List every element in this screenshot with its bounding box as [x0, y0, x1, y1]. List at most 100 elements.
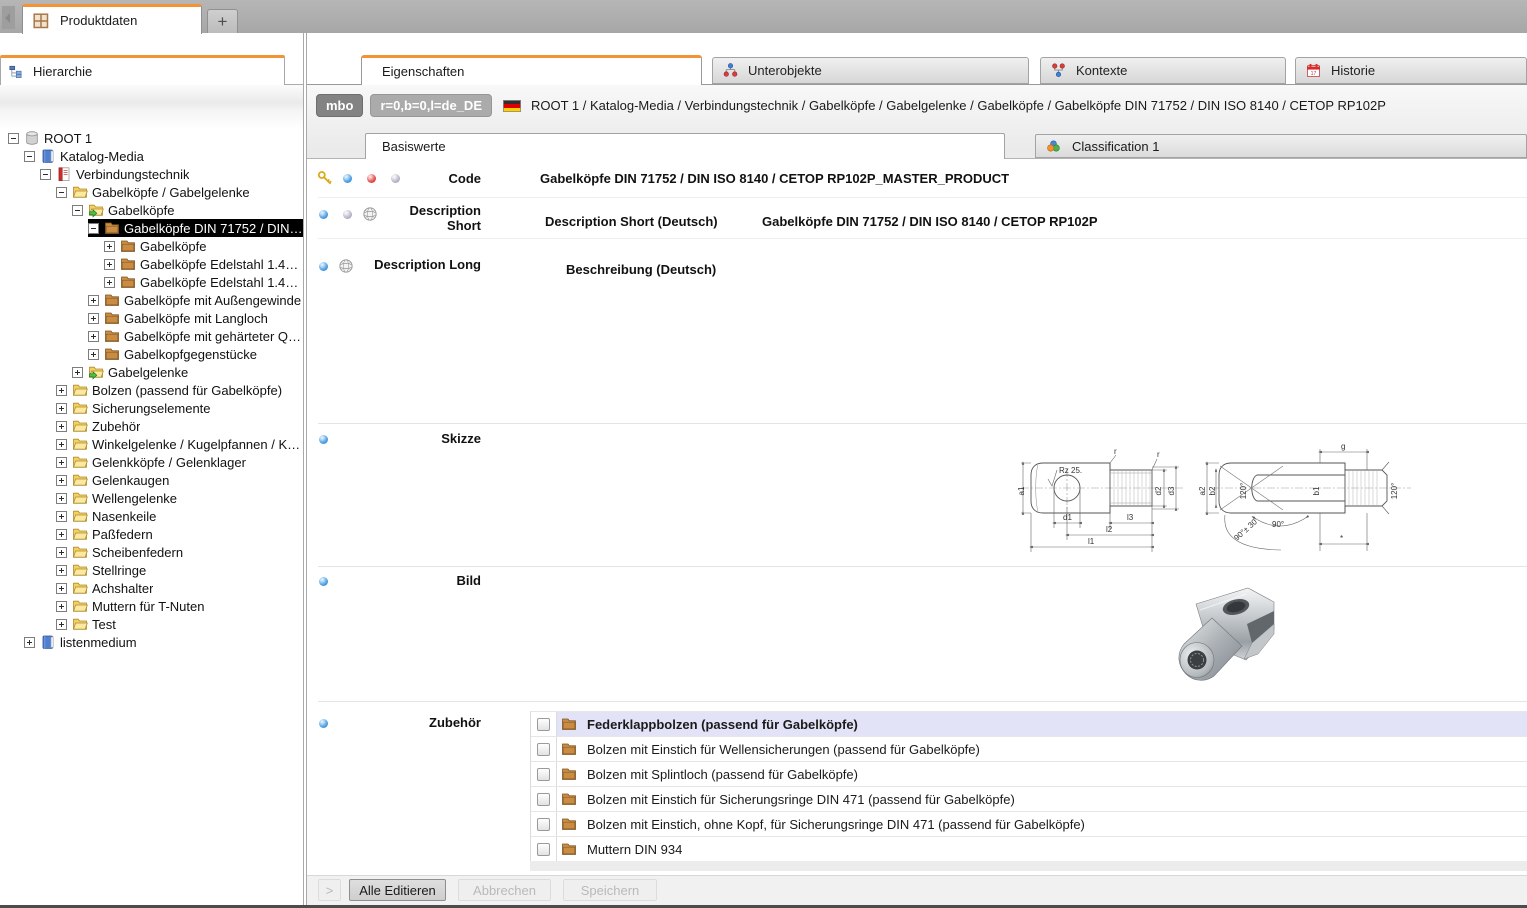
- tab-basiswerte[interactable]: Basiswerte: [365, 133, 1005, 159]
- folder-icon: [72, 508, 88, 524]
- tree-node[interactable]: Sicherungselemente: [0, 399, 303, 417]
- expand-icon[interactable]: [104, 241, 115, 252]
- expand-icon[interactable]: [56, 457, 67, 468]
- tree-node[interactable]: Wellengelenke: [0, 489, 303, 507]
- tree-node[interactable]: Stellringe: [0, 561, 303, 579]
- book-icon: [40, 634, 56, 650]
- folder-icon: [104, 310, 120, 326]
- expand-icon[interactable]: [88, 295, 99, 306]
- collapse-icon[interactable]: [8, 133, 19, 144]
- tab-kontexte[interactable]: Kontexte: [1040, 57, 1286, 84]
- tree-node[interactable]: ROOT 1: [0, 129, 303, 147]
- tree-node[interactable]: Gabelköpfe: [0, 237, 303, 255]
- tree-node[interactable]: Test: [0, 615, 303, 633]
- product-image[interactable]: [1150, 580, 1282, 695]
- tree-node[interactable]: Zubehör: [0, 417, 303, 435]
- tree-node[interactable]: Achshalter: [0, 579, 303, 597]
- checkbox[interactable]: [537, 843, 550, 856]
- save-button[interactable]: Speichern: [563, 879, 657, 901]
- list-item[interactable]: Muttern DIN 934: [531, 837, 1527, 862]
- list-item[interactable]: Bolzen mit Einstich, ohne Kopf, für Sich…: [531, 812, 1527, 837]
- expand-icon[interactable]: [56, 475, 67, 486]
- checkbox[interactable]: [537, 793, 550, 806]
- expand-icon[interactable]: [104, 259, 115, 270]
- tree-node[interactable]: Paßfedern: [0, 525, 303, 543]
- tree-node[interactable]: Verbindungstechnik: [0, 165, 303, 183]
- expand-icon[interactable]: [24, 637, 35, 648]
- tab-hierarchie[interactable]: Hierarchie: [0, 55, 285, 85]
- expand-icon[interactable]: [56, 565, 67, 576]
- code-value: Gabelköpfe DIN 71752 / DIN ISO 8140 / CE…: [540, 171, 1009, 186]
- checkbox[interactable]: [537, 818, 550, 831]
- tab-scroll-left-icon[interactable]: [2, 6, 15, 29]
- subobjects-icon: [723, 63, 738, 78]
- tab-produktdaten[interactable]: Produktdaten: [22, 4, 202, 34]
- tree-node[interactable]: Gabelköpfe mit gehärteter Quer...: [0, 327, 303, 345]
- expand-icon[interactable]: [104, 277, 115, 288]
- context-badge: r=0,b=0,l=de_DE: [370, 94, 492, 117]
- tree-node[interactable]: Katalog-Media: [0, 147, 303, 165]
- tab-classification[interactable]: Classification 1: [1035, 134, 1527, 158]
- expand-icon[interactable]: [56, 529, 67, 540]
- blue-dot-icon: [343, 174, 352, 183]
- tree-node[interactable]: Muttern für T-Nuten: [0, 597, 303, 615]
- tree-node[interactable]: Gabelkopfgegenstücke: [0, 345, 303, 363]
- expand-icon[interactable]: [56, 601, 67, 612]
- tree-node[interactable]: Gabelköpfe: [0, 201, 303, 219]
- cancel-button[interactable]: Abbrechen: [458, 879, 551, 901]
- panel-splitter[interactable]: [303, 33, 304, 905]
- description-short-label: Description Short: [401, 203, 481, 233]
- expand-icon[interactable]: [56, 583, 67, 594]
- expand-icon[interactable]: [56, 385, 67, 396]
- edit-all-button[interactable]: Alle Editieren: [349, 879, 446, 901]
- expand-icon[interactable]: [56, 511, 67, 522]
- list-item[interactable]: Federklappbolzen (passend für Gabelköpfe…: [531, 712, 1527, 737]
- tree-node[interactable]: listenmedium: [0, 633, 303, 651]
- expand-icon[interactable]: [56, 547, 67, 558]
- tab-unterobjekte[interactable]: Unterobjekte: [712, 57, 1029, 84]
- tree-node[interactable]: Winkelgelenke / Kugelpfannen / Kuge...: [0, 435, 303, 453]
- expand-icon[interactable]: [88, 331, 99, 342]
- expand-icon[interactable]: [56, 619, 67, 630]
- expand-icon[interactable]: [88, 349, 99, 360]
- list-item[interactable]: Bolzen mit Einstich für Wellensicherunge…: [531, 737, 1527, 762]
- checkbox[interactable]: [537, 768, 550, 781]
- technical-drawing[interactable]: a1 Rz 25. r r d1 d2 d3 l3 l2 l1 g a2 b2 …: [1015, 423, 1415, 560]
- tree-node[interactable]: Gelenkaugen: [0, 471, 303, 489]
- tree-node[interactable]: Gelenkköpfe / Gelenklager: [0, 453, 303, 471]
- tree-node[interactable]: Gabelgelenke: [0, 363, 303, 381]
- folder-icon: [120, 256, 136, 272]
- divider: [318, 701, 1527, 702]
- tree-node[interactable]: Bolzen (passend für Gabelköpfe): [0, 381, 303, 399]
- expand-icon[interactable]: [56, 403, 67, 414]
- collapse-icon[interactable]: [56, 187, 67, 198]
- tree-node[interactable]: Scheibenfedern: [0, 543, 303, 561]
- tree-node[interactable]: Nasenkeile: [0, 507, 303, 525]
- tree-node-selected[interactable]: Gabelköpfe DIN 71752 / DIN IS...: [0, 219, 303, 237]
- tab-historie[interactable]: Historie: [1295, 57, 1527, 84]
- checkbox[interactable]: [537, 743, 550, 756]
- expand-icon[interactable]: [88, 313, 99, 324]
- description-short-value[interactable]: Gabelköpfe DIN 71752 / DIN ISO 8140 / CE…: [762, 214, 1098, 229]
- expand-icon[interactable]: [56, 493, 67, 504]
- tree-node[interactable]: Gabelköpfe Edelstahl 1.4404: [0, 273, 303, 291]
- list-item[interactable]: Bolzen mit Einstich für Sicherungsringe …: [531, 787, 1527, 812]
- collapse-icon[interactable]: [88, 223, 99, 234]
- tree-node[interactable]: Gabelköpfe / Gabelgelenke: [0, 183, 303, 201]
- tree-node[interactable]: Gabelköpfe Edelstahl 1.4305: [0, 255, 303, 273]
- expand-icon[interactable]: [56, 421, 67, 432]
- tree-node[interactable]: Gabelköpfe mit Außengewinde: [0, 291, 303, 309]
- collapse-icon[interactable]: [72, 205, 83, 216]
- expand-icon[interactable]: [56, 439, 67, 450]
- folder-icon: [72, 562, 88, 578]
- expand-icon[interactable]: [72, 367, 83, 378]
- next-button[interactable]: >: [318, 879, 341, 901]
- checkbox-cell: [531, 762, 557, 786]
- list-item[interactable]: Bolzen mit Splintloch (passend für Gabel…: [531, 762, 1527, 787]
- new-tab-button[interactable]: +: [207, 9, 238, 33]
- tree-node[interactable]: Gabelköpfe mit Langloch: [0, 309, 303, 327]
- checkbox[interactable]: [537, 718, 550, 731]
- collapse-icon[interactable]: [40, 169, 51, 180]
- tab-eigenschaften[interactable]: Eigenschaften: [361, 55, 702, 85]
- collapse-icon[interactable]: [24, 151, 35, 162]
